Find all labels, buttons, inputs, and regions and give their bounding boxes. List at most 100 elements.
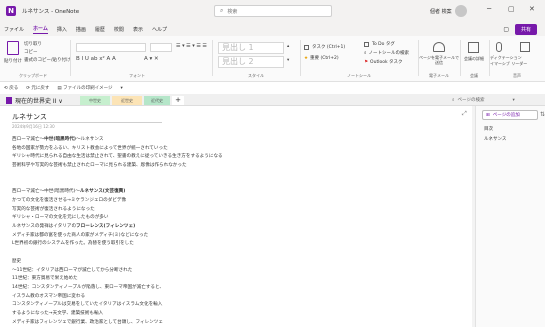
page-text-line[interactable]: 11世紀：東方貿易で栄え始めた [12, 275, 78, 281]
bullets-row[interactable]: ☰ ▾ ☰ ▾ ☰ ☰ [176, 43, 207, 49]
font-name-select[interactable] [76, 43, 146, 52]
voice-group-label: 音声 [513, 73, 521, 78]
find-icon: ⌕ [364, 51, 367, 56]
page-text-line[interactable]: 写実的な芸術が復活されるようになった [12, 206, 95, 212]
checkbox-icon [364, 41, 369, 47]
user-name[interactable]: 個者 検案 [430, 8, 452, 15]
search-icon: ⌕ [220, 7, 224, 14]
font-format-row[interactable]: B I U ab x² A A [76, 56, 116, 62]
print-preview-button[interactable]: ▤ ファイルの印刷イメージ [57, 85, 112, 91]
undo-button[interactable]: ⟳ 元に戻す [26, 85, 49, 91]
styles-more-icon[interactable]: ▾ [287, 58, 289, 63]
page-text-line[interactable]: 芸術科学や写実的な芸術も禁止されたローマに見られる建築、彫像は作られなかった [12, 162, 187, 168]
microphone-icon[interactable] [496, 42, 502, 52]
sort-icon[interactable]: ⇅ [540, 111, 545, 118]
back-button[interactable]: ⟲ 戻る [4, 85, 18, 91]
page-text-line[interactable]: L世界初の銀行のシステムを作った。為替を使う取引をした [12, 240, 134, 246]
page-text-line[interactable]: イスラム教のオスマン帝国に変わる [12, 293, 85, 299]
page-list-item[interactable]: 目次 [484, 126, 493, 132]
maximize-button[interactable]: ▢ [508, 5, 515, 13]
meeting-details-button[interactable]: 会議の詳細 [461, 56, 487, 62]
star-icon: ★ [304, 55, 309, 61]
email-group-label: 電子メール [429, 73, 449, 78]
styles-scroll-icon[interactable]: ▴ [287, 44, 289, 49]
avatar[interactable] [455, 5, 467, 17]
section-tab-early-modern[interactable]: 近世史 [112, 96, 142, 105]
ribbon-divider [70, 40, 71, 76]
format-painter-button[interactable]: 書式のコピー/貼り付け [24, 57, 71, 63]
flag-icon: ⚑ [364, 59, 369, 65]
add-section-button[interactable]: + [172, 96, 184, 105]
page-text-line[interactable]: コンスタンティノープルは交易をしていたイタリアはイスラム文化を輸入 [12, 301, 162, 307]
menu-help[interactable]: ヘルプ [152, 26, 167, 33]
ribbon-divider [212, 40, 213, 76]
page-text-line[interactable]: メディチ家は都の富を使った商人の家がメディチ(ミ)などになった [12, 232, 148, 238]
page-text-line[interactable]: 西ローマ滅亡～中世(暗黒時代)～ルネサンス(文芸復興) [12, 188, 125, 194]
expand-icon[interactable]: ⤢ [462, 110, 467, 118]
add-page-button[interactable]: ⊞ ページの追加 [482, 110, 538, 120]
menu-home[interactable]: ホーム [33, 25, 48, 34]
styles-group: 見出し 1 見出し 2 ▴ ▾ スタイル [216, 38, 296, 80]
quick-access-dropdown[interactable]: ▾ [121, 86, 123, 91]
style-heading-2[interactable]: 見出し 2 [218, 56, 284, 68]
find-tags-button[interactable]: ⌕ ノートシールの検索 [364, 50, 409, 56]
share-button[interactable]: 共有 [514, 24, 537, 35]
menu-history[interactable]: 履歴 [95, 26, 105, 33]
outlook-tasks-button[interactable]: ⚑ Outlook タスク [364, 59, 403, 66]
clipboard-group-label: クリップボード [19, 73, 47, 78]
page-text-line[interactable]: 歴史 [12, 258, 21, 264]
page-text-line[interactable]: ギリシャ時代に見られる自由な生活は禁止されて、聖書の教えに従っていきる生き方をす… [12, 153, 223, 159]
close-button[interactable]: ✕ [529, 5, 535, 13]
tag-important[interactable]: ★ 重要 (Ctrl+2) [304, 55, 339, 62]
menu-insert[interactable]: 挿入 [57, 26, 67, 33]
page-text-line[interactable]: 14世紀：コンスタンティノープルが陥落し、東ローマ帝国が滅亡すると、 [12, 284, 164, 290]
title-bar: N ルネサンス - OneNote ⌕ 検索 個者 検案 ─ ▢ ✕ [0, 0, 545, 22]
page-text-line[interactable]: 西ローマ滅亡～中世(暗黒時代)～ルネサンス [12, 136, 103, 142]
search-icon: ⌕ [452, 98, 455, 103]
menu-view[interactable]: 表示 [133, 26, 143, 33]
add-page-label: ページの追加 [492, 113, 520, 118]
mode-icon[interactable]: ▢ [503, 26, 509, 33]
font-size-select[interactable] [150, 43, 172, 52]
page-text-line[interactable]: かつての文化を復活させる→ミケランジェロのダビデ像 [12, 197, 126, 203]
immersive-reader-icon[interactable] [520, 42, 530, 52]
immersive-reader-button[interactable]: イマーシブ リーダー [490, 61, 527, 67]
page-title[interactable]: ルネサンス [12, 112, 47, 122]
font-group: B I U ab x² A A A ▾ ✕ ☰ ▾ ☰ ▾ ☰ ☰ フォント [74, 38, 207, 80]
page-text-line[interactable]: メディチ家はフィレンツェで銀行業、政治家として台頭し、フィレンツェ [12, 319, 163, 325]
page-text-line[interactable]: ギリシャ・ローマの文化を元にしたものが多い [12, 214, 108, 220]
paste-icon[interactable] [7, 41, 19, 55]
menu-bar: ファイル ホーム 挿入 描画 履歴 校閲 表示 ヘルプ ▢ 共有 [0, 22, 545, 36]
minimize-button[interactable]: ─ [487, 5, 491, 13]
tags-group: タスク (Ctrl+1) ★ 重要 (Ctrl+2) To Do タグ ⌕ ノートシ… [302, 38, 416, 80]
menu-review[interactable]: 校閲 [114, 26, 124, 33]
clipboard-group: 貼り付け 切り取り コピー 書式のコピー/貼り付け クリップボード [4, 38, 71, 80]
meeting-details-icon[interactable] [468, 42, 479, 53]
email-page-icon[interactable] [433, 42, 445, 52]
paste-button[interactable]: 貼り付け [4, 58, 22, 64]
cut-button[interactable]: 切り取り [24, 41, 42, 47]
email-page-button[interactable]: ページを電子メールで送信 [419, 55, 459, 65]
chevron-down-icon[interactable]: ▾ [512, 98, 514, 103]
page-search-input[interactable]: ⌕ ページの検索 ▾ [452, 97, 515, 104]
ribbon: 貼り付け 切り取り コピー 書式のコピー/貼り付け クリップボード B I U … [0, 36, 545, 82]
page-canvas[interactable]: ルネサンス 2024年9月16日 12:30 ⤢ 西ローマ滅亡～中世(暗黒時代)… [0, 106, 472, 327]
page-text-line[interactable]: 各地の国家が勢力をふるい、キリスト教会によって世界が統一されていった [12, 145, 168, 151]
search-input[interactable]: ⌕ 検索 [214, 5, 332, 17]
section-tab-medieval[interactable]: 中世史 [80, 96, 110, 105]
page-list-item[interactable]: ルネサンス [484, 136, 506, 142]
todo-tag-button[interactable]: To Do タグ [364, 41, 395, 47]
page-text-line[interactable]: ～11世紀：イタリアは西ローマが滅亡してから分断された [12, 267, 132, 273]
style-heading-1[interactable]: 見出し 1 [218, 42, 284, 54]
text-style-row[interactable]: A ▾ ✕ [144, 56, 159, 62]
menu-file[interactable]: ファイル [4, 26, 24, 33]
notebook-selector[interactable]: 現在的世界史 II ∨ [6, 96, 63, 105]
section-tab-modern[interactable]: 近代史 [144, 96, 170, 105]
page-text-line[interactable]: ルネサンスの発祥はイタリアのフローレンス(フィレンツェ) [12, 223, 135, 229]
copy-button[interactable]: コピー [24, 49, 38, 55]
page-text-line[interactable]: するようになった→天文学、建築技術も輸入 [12, 310, 103, 316]
tag-todo[interactable]: タスク (Ctrl+1) [304, 44, 345, 50]
meetings-group-label: 会議 [470, 73, 478, 78]
menu-draw[interactable]: 描画 [76, 26, 86, 33]
voice-group: ディクテーション イマーシブ リーダー 音声 [490, 38, 544, 80]
